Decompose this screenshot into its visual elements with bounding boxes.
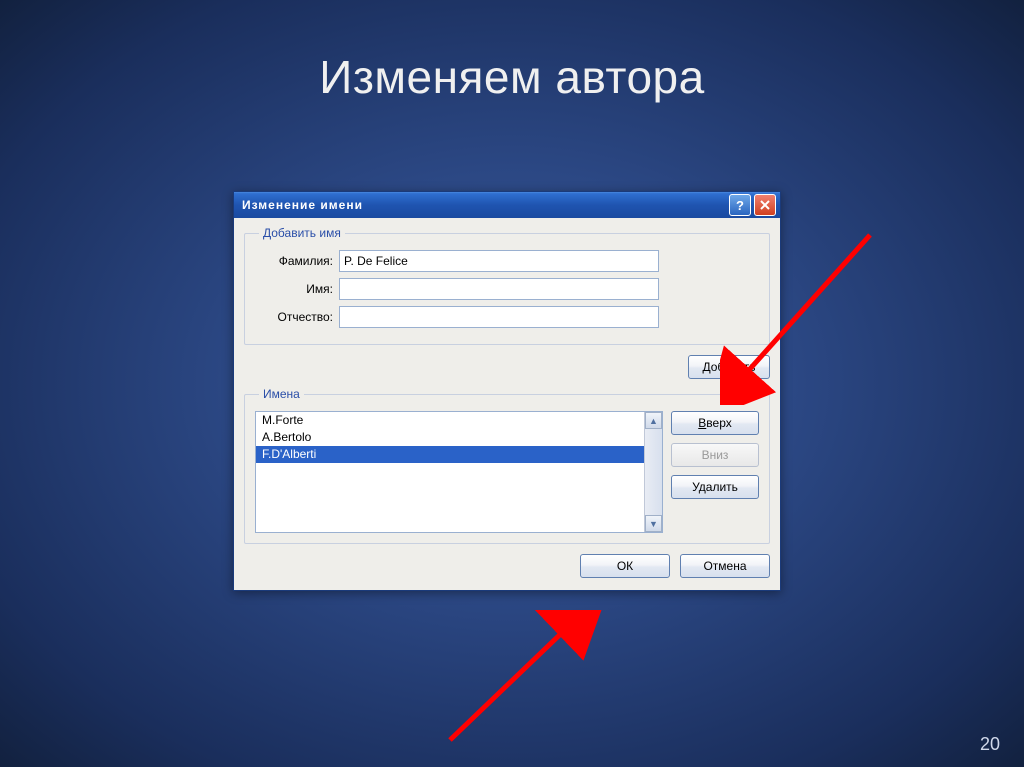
list-item[interactable]: M.Forte [256, 412, 644, 429]
surname-label: Фамилия: [255, 254, 339, 268]
add-name-legend: Добавить имя [259, 226, 345, 240]
slide-page-number: 20 [980, 734, 1000, 755]
move-up-button[interactable]: Вверх [671, 411, 759, 435]
names-group: Имена M.ForteA.BertoloF.D'Alberti ▲ ▼ [244, 387, 770, 544]
ok-button[interactable]: ОК [580, 554, 670, 578]
dialog-title: Изменение имени [242, 198, 729, 212]
move-down-button[interactable]: Вниз [671, 443, 759, 467]
dialog-body: Добавить имя Фамилия: Имя: Отчество: Доб… [234, 218, 780, 590]
cancel-button[interactable]: Отмена [680, 554, 770, 578]
names-listbox[interactable]: M.ForteA.BertoloF.D'Alberti ▲ ▼ [255, 411, 663, 533]
list-item[interactable]: F.D'Alberti [256, 446, 644, 463]
chevron-down-icon: ▼ [649, 519, 658, 529]
presentation-slide: Изменяем автора 20 Изменение имени ? Доб… [0, 0, 1024, 767]
listbox-scrollbar[interactable]: ▲ ▼ [644, 412, 662, 532]
close-button[interactable] [754, 194, 776, 216]
surname-input[interactable] [339, 250, 659, 272]
annotation-arrow-ok [430, 610, 610, 750]
add-name-group: Добавить имя Фамилия: Имя: Отчество: [244, 226, 770, 345]
edit-name-dialog: Изменение имени ? Добавить имя Фамилия: [233, 191, 781, 591]
help-button[interactable]: ? [729, 194, 751, 216]
patronymic-input[interactable] [339, 306, 659, 328]
scroll-down-button[interactable]: ▼ [645, 515, 662, 532]
names-legend: Имена [259, 387, 304, 401]
list-item[interactable]: A.Bertolo [256, 429, 644, 446]
close-icon [760, 200, 770, 210]
slide-title: Изменяем автора [0, 50, 1024, 104]
scroll-up-button[interactable]: ▲ [645, 412, 662, 429]
add-button[interactable]: Добавить [688, 355, 770, 379]
chevron-up-icon: ▲ [649, 416, 658, 426]
delete-button[interactable]: Удалить [671, 475, 759, 499]
firstname-label: Имя: [255, 282, 339, 296]
dialog-titlebar[interactable]: Изменение имени ? [234, 192, 780, 218]
patronymic-label: Отчество: [255, 310, 339, 324]
firstname-input[interactable] [339, 278, 659, 300]
